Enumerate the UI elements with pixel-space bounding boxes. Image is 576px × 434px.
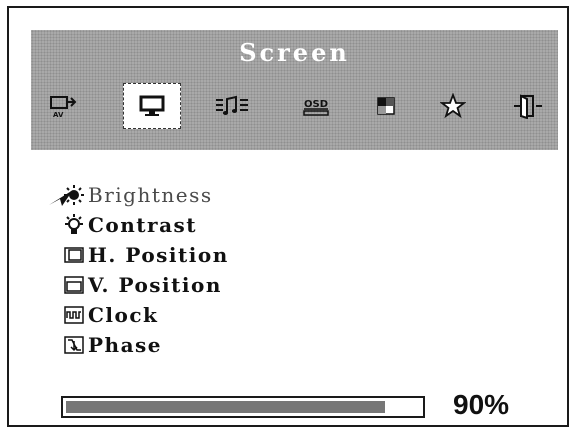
brightness-icon <box>61 183 87 207</box>
tab-audio[interactable] <box>207 84 257 128</box>
phase-icon <box>61 333 87 357</box>
menu-item-label: Contrast <box>88 213 198 237</box>
tab-bar: AV OSD <box>31 80 558 130</box>
favorite-star-icon <box>440 93 466 119</box>
v-position-icon <box>61 273 87 297</box>
tab-exit[interactable] <box>503 84 553 128</box>
menu-item-v-position[interactable]: V. Position <box>61 270 222 300</box>
tab-osd[interactable]: OSD <box>291 84 341 128</box>
menu-item-label: Brightness <box>88 183 213 207</box>
menu-item-label: V. Position <box>88 273 222 297</box>
menu-item-clock[interactable]: Clock <box>61 300 158 330</box>
color-icon <box>377 97 395 115</box>
osd-window: Screen AV OSD Brightness Contrast H. Pos… <box>7 6 569 427</box>
svg-text:AV: AV <box>53 111 64 119</box>
osd-settings-icon: OSD <box>303 99 329 116</box>
menu-item-label: Phase <box>88 333 163 357</box>
monitor-screen-icon <box>139 95 165 116</box>
level-slider-fill <box>66 401 385 413</box>
h-position-icon <box>61 243 87 267</box>
menu-title: Screen <box>239 38 350 67</box>
tab-screen[interactable] <box>123 83 181 129</box>
tab-color[interactable] <box>361 84 411 128</box>
menu-item-brightness[interactable]: Brightness <box>61 180 213 210</box>
input-source-icon: AV <box>50 96 77 119</box>
exit-icon <box>514 94 542 119</box>
level-slider[interactable] <box>61 396 425 418</box>
menu-item-contrast[interactable]: Contrast <box>61 210 197 240</box>
menu-item-h-position[interactable]: H. Position <box>61 240 229 270</box>
clock-icon <box>61 303 87 327</box>
menu-item-phase[interactable]: Phase <box>61 330 162 360</box>
menu-item-label: Clock <box>88 303 159 327</box>
osd-header: Screen AV OSD <box>31 30 558 150</box>
menu-item-label: H. Position <box>88 243 229 267</box>
level-percentage: 90% <box>453 389 510 420</box>
tab-favorite[interactable] <box>428 84 478 128</box>
contrast-icon <box>61 213 87 237</box>
audio-icon <box>216 95 248 115</box>
tab-input-source[interactable]: AV <box>39 84 89 128</box>
